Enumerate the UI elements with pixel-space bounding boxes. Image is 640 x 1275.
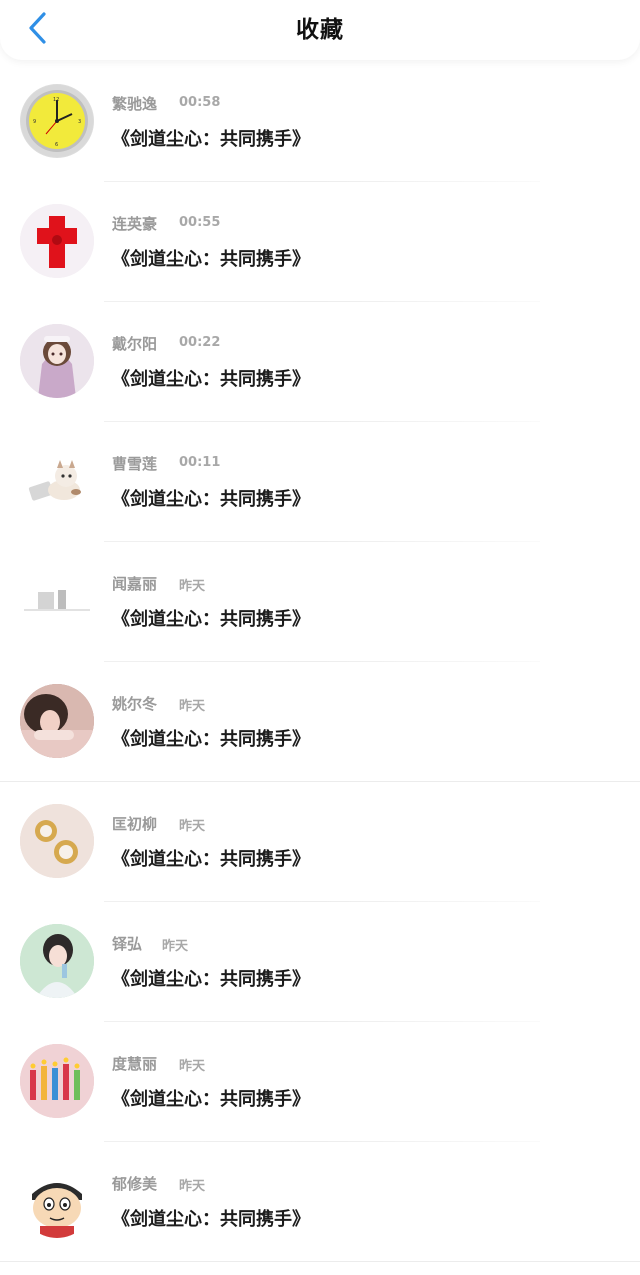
avatar[interactable]	[20, 924, 94, 998]
avatar[interactable]	[20, 1044, 94, 1118]
clock-icon: 12 3 6 9	[21, 85, 93, 157]
list-item[interactable]: 连英豪 00:55 《剑道尘心：共同携手》	[0, 182, 640, 302]
list-item[interactable]: 戴尔阳 00:22 《剑道尘心：共同携手》	[0, 302, 640, 422]
timestamp: 昨天	[179, 579, 206, 594]
cartoon-boy-icon	[20, 1164, 94, 1238]
svg-text:9: 9	[33, 119, 36, 125]
girl-photo-icon	[20, 684, 94, 758]
timestamp: 00:11	[179, 455, 221, 470]
sketch-icon	[20, 564, 94, 638]
candles-icon	[20, 1044, 94, 1118]
svg-text:6: 6	[55, 142, 58, 148]
sender-name: 姚尔冬	[112, 695, 158, 713]
timestamp: 昨天	[179, 1179, 206, 1194]
svg-text:3: 3	[78, 119, 81, 125]
message-preview: 《剑道尘心：共同携手》	[112, 729, 310, 750]
timestamp: 昨天	[179, 1059, 206, 1074]
timestamp: 00:58	[179, 95, 221, 110]
girl-drink-icon	[20, 924, 94, 998]
message-preview: 《剑道尘心：共同携手》	[112, 129, 310, 150]
avatar[interactable]	[20, 684, 94, 758]
divider	[0, 1261, 640, 1262]
sender-name: 度慧丽	[112, 1055, 158, 1073]
sender-name: 繁驰逸	[112, 95, 158, 113]
timestamp: 00:55	[179, 215, 221, 230]
top-bar: 收藏	[0, 0, 640, 60]
list-item[interactable]: 12 3 6 9 繁驰逸 00:58 《剑道尘心：共同携手》	[0, 62, 640, 182]
sender-name: 郁修美	[112, 1175, 158, 1193]
sender-name: 戴尔阳	[112, 335, 158, 353]
message-preview: 《剑道尘心：共同携手》	[112, 849, 310, 870]
list-item[interactable]: 度慧丽 昨天 《剑道尘心：共同携手》	[0, 1022, 640, 1142]
avatar[interactable]	[20, 324, 94, 398]
pearl-earring-icon	[20, 804, 94, 878]
message-preview: 《剑道尘心：共同携手》	[112, 249, 310, 270]
message-preview: 《剑道尘心：共同携手》	[112, 1209, 310, 1230]
timestamp: 昨天	[179, 699, 206, 714]
svg-text:12: 12	[53, 97, 59, 103]
message-preview: 《剑道尘心：共同携手》	[112, 969, 310, 990]
list-item[interactable]: 闻嘉丽 昨天 《剑道尘心：共同携手》	[0, 542, 640, 662]
avatar[interactable]	[20, 1164, 94, 1238]
avatar[interactable]	[20, 564, 94, 638]
list-item[interactable]: 匡初柳 昨天 《剑道尘心：共同携手》	[0, 782, 640, 902]
message-preview: 《剑道尘心：共同携手》	[112, 369, 310, 390]
timestamp: 昨天	[179, 819, 206, 834]
cat-laptop-icon	[20, 444, 94, 518]
list-item[interactable]: 曹雪莲 00:11 《剑道尘心：共同携手》	[0, 422, 640, 542]
sender-name: 铎弘	[112, 935, 143, 953]
list-item[interactable]: 姚尔冬 昨天 《剑道尘心：共同携手》	[0, 662, 640, 782]
red-cross-icon	[20, 204, 94, 278]
timestamp: 00:22	[179, 335, 221, 350]
page-title: 收藏	[296, 17, 344, 43]
avatar[interactable]	[20, 804, 94, 878]
timestamp: 昨天	[162, 939, 189, 954]
avatar[interactable]	[20, 204, 94, 278]
sender-name: 连英豪	[112, 215, 158, 233]
sender-name: 匡初柳	[112, 815, 158, 833]
message-preview: 《剑道尘心：共同携手》	[112, 1089, 310, 1110]
avatar[interactable]: 12 3 6 9	[20, 84, 94, 158]
favorites-list: 12 3 6 9 繁驰逸 00:58 《剑道尘心：共同携手》 连英豪 00:55…	[0, 62, 640, 1262]
sender-name: 闻嘉丽	[112, 575, 158, 593]
list-item[interactable]: 铎弘 昨天 《剑道尘心：共同携手》	[0, 902, 640, 1022]
anime-girl-icon	[20, 324, 94, 398]
message-preview: 《剑道尘心：共同携手》	[112, 489, 310, 510]
message-preview: 《剑道尘心：共同携手》	[112, 609, 310, 630]
list-item[interactable]: 郁修美 昨天 《剑道尘心：共同携手》	[0, 1142, 640, 1262]
sender-name: 曹雪莲	[112, 455, 158, 473]
avatar[interactable]	[20, 444, 94, 518]
